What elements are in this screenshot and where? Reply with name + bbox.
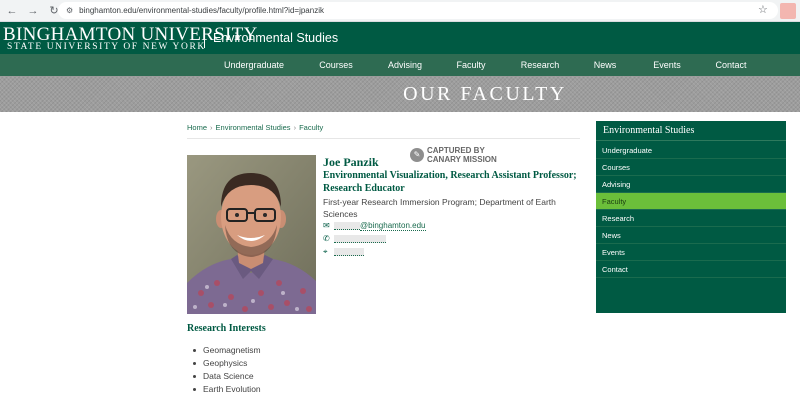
profile-title: Environmental Visualization, Research As…: [323, 170, 577, 194]
profile-name: Joe Panzik: [323, 155, 379, 169]
nav-item-contact[interactable]: Contact: [712, 54, 750, 76]
redacted-office[interactable]: [334, 247, 364, 256]
breadcrumb: Home › Environmental Studies › Faculty: [187, 123, 323, 132]
research-interests-list: Geomagnetism Geophysics Data Science Ear…: [193, 344, 261, 396]
breadcrumb-faculty[interactable]: Faculty: [299, 123, 323, 132]
page: ← → ↻ ⚙ binghamton.edu/environmental-stu…: [0, 0, 800, 403]
research-interests-heading: Research Interests: [187, 323, 266, 334]
browser-toolbar: ← → ↻ ⚙ binghamton.edu/environmental-stu…: [0, 0, 800, 22]
sidebar-item-advising[interactable]: Advising: [596, 176, 786, 193]
site-header: BINGHAMTON UNIVERSITY STATE UNIVERSITY O…: [0, 22, 800, 54]
canary-icon: ✎: [410, 148, 424, 162]
phone-icon: ✆: [323, 234, 330, 243]
nav-item-faculty[interactable]: Faculty: [450, 54, 492, 76]
email-row[interactable]: ✉ @binghamton.edu: [323, 220, 426, 231]
forward-icon[interactable]: →: [24, 2, 42, 20]
sidebar-item-contact[interactable]: Contact: [596, 261, 786, 278]
location-row[interactable]: ⌖: [323, 246, 364, 257]
university-logo-subtitle: STATE UNIVERSITY OF NEW YORK: [7, 42, 206, 52]
breadcrumb-home[interactable]: Home: [187, 123, 207, 132]
site-settings-icon[interactable]: ⚙: [66, 6, 73, 15]
list-item: Geophysics: [193, 357, 261, 370]
sidebar-item-news[interactable]: News: [596, 227, 786, 244]
sidebar-item-courses[interactable]: Courses: [596, 159, 786, 176]
nav-item-courses[interactable]: Courses: [310, 54, 362, 76]
page-banner: OUR FACULTY: [0, 76, 800, 112]
breadcrumb-environmental-studies[interactable]: Environmental Studies: [216, 123, 291, 132]
profile-photo: [187, 155, 316, 314]
department-name[interactable]: Environmental Studies: [213, 31, 338, 45]
profile-avatar[interactable]: [780, 3, 796, 19]
nav-item-research[interactable]: Research: [515, 54, 565, 76]
list-item: Earth Evolution: [193, 383, 261, 396]
email-link[interactable]: @binghamton.edu: [360, 221, 426, 231]
section-sidebar: Environmental Studies Undergraduate Cour…: [596, 121, 786, 313]
list-item: Data Science: [193, 370, 261, 383]
envelope-icon: ✉: [323, 221, 330, 230]
breadcrumb-separator: ›: [293, 123, 297, 132]
redacted-phone[interactable]: [334, 234, 386, 243]
nav-item-undergraduate[interactable]: Undergraduate: [220, 54, 288, 76]
back-icon[interactable]: ←: [3, 2, 21, 20]
breadcrumb-divider: [187, 138, 580, 139]
profile-department: First-year Research Immersion Program; D…: [323, 197, 556, 219]
bookmark-star-icon[interactable]: ☆: [758, 3, 768, 16]
sidebar-item-faculty[interactable]: Faculty: [596, 193, 786, 210]
list-item: Geomagnetism: [193, 344, 261, 357]
watermark-text: CAPTURED BY CANARY MISSION: [427, 146, 497, 164]
sidebar-title[interactable]: Environmental Studies: [596, 121, 786, 141]
redacted-email-user: [334, 221, 360, 230]
phone-row[interactable]: ✆: [323, 233, 386, 244]
header-divider: [204, 30, 205, 48]
url-text: binghamton.edu/environmental-studies/fac…: [79, 6, 324, 15]
nav-item-news[interactable]: News: [588, 54, 622, 76]
page-title: OUR FACULTY: [403, 83, 567, 105]
sidebar-item-research[interactable]: Research: [596, 210, 786, 227]
primary-nav: Undergraduate Courses Advising Faculty R…: [0, 54, 800, 76]
nav-item-events[interactable]: Events: [648, 54, 686, 76]
sidebar-item-events[interactable]: Events: [596, 244, 786, 261]
nav-item-advising[interactable]: Advising: [380, 54, 430, 76]
breadcrumb-separator: ›: [210, 123, 213, 132]
canary-mission-watermark: ✎ CAPTURED BY CANARY MISSION: [410, 146, 520, 166]
map-pin-icon: ⌖: [323, 246, 328, 256]
address-bar[interactable]: ⚙ binghamton.edu/environmental-studies/f…: [58, 2, 778, 19]
sidebar-item-undergraduate[interactable]: Undergraduate: [596, 142, 786, 159]
